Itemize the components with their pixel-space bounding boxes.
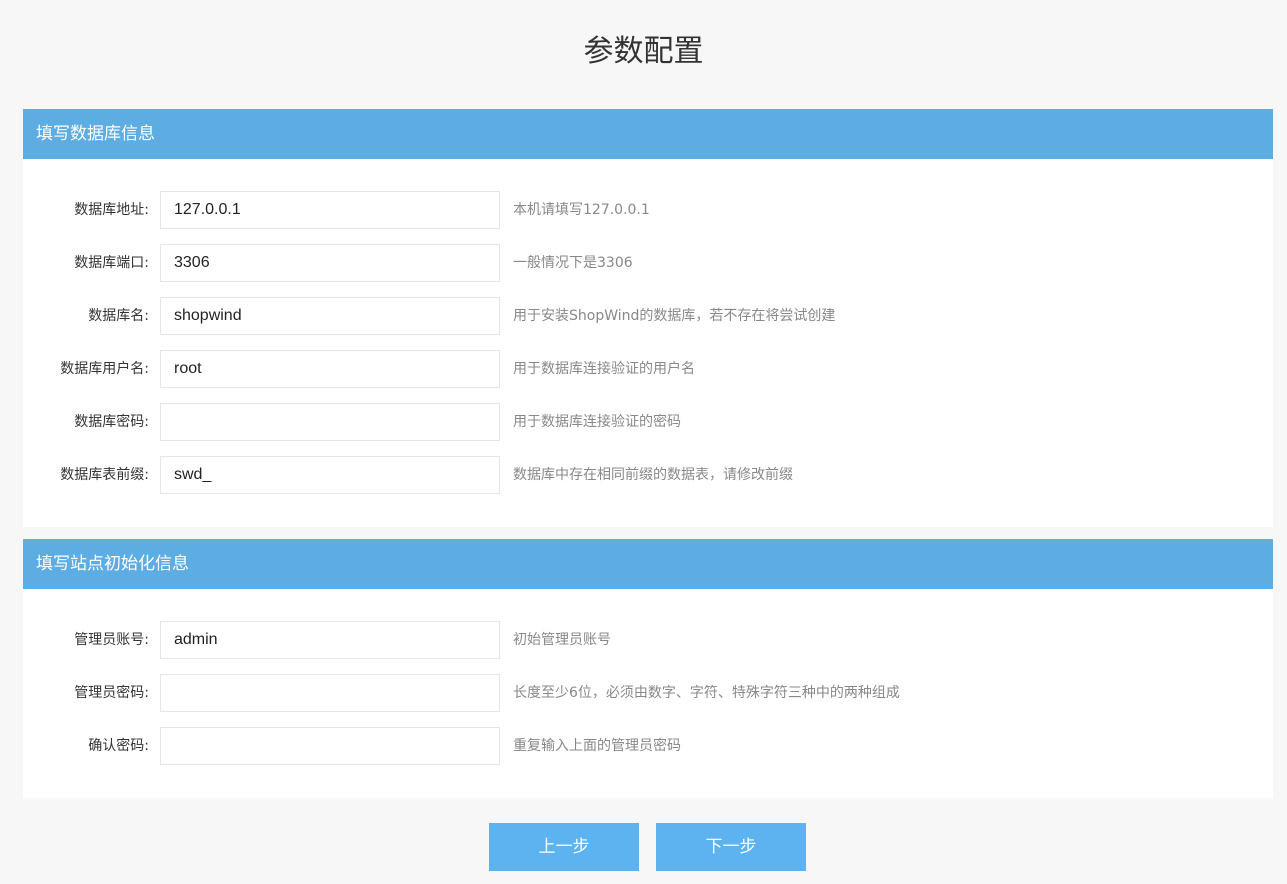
db-port-hint: 一般情况下是3306 bbox=[513, 255, 633, 271]
site-section-heading: 填写站点初始化信息 bbox=[23, 539, 1273, 589]
db-prefix-label: 数据库表前缀: bbox=[60, 467, 149, 483]
db-prefix-input[interactable] bbox=[160, 456, 500, 494]
confirm-password-row: 确认密码: 重复输入上面的管理员密码 bbox=[23, 727, 1273, 765]
db-name-input[interactable] bbox=[160, 297, 500, 335]
db-section-heading: 填写数据库信息 bbox=[23, 109, 1273, 159]
db-password-input[interactable] bbox=[160, 403, 500, 441]
page-title: 参数配置 bbox=[583, 34, 704, 69]
db-name-row: 数据库名: 用于安装ShopWind的数据库，若不存在将尝试创建 bbox=[23, 297, 1273, 335]
db-password-label: 数据库密码: bbox=[74, 414, 149, 430]
confirm-password-label: 确认密码: bbox=[88, 738, 149, 754]
db-host-row: 数据库地址: 本机请填写127.0.0.1 bbox=[23, 191, 1273, 229]
next-step-button[interactable]: 下一步 bbox=[656, 823, 806, 871]
prev-step-button[interactable]: 上一步 bbox=[489, 823, 639, 871]
confirm-password-hint: 重复输入上面的管理员密码 bbox=[513, 738, 681, 754]
db-name-label: 数据库名: bbox=[88, 308, 149, 324]
admin-password-row: 管理员密码: 长度至少6位，必须由数字、字符、特殊字符三种中的两种组成 bbox=[23, 674, 1273, 712]
admin-account-input[interactable] bbox=[160, 621, 500, 659]
db-user-input[interactable] bbox=[160, 350, 500, 388]
db-user-row: 数据库用户名: 用于数据库连接验证的用户名 bbox=[23, 350, 1273, 388]
db-user-hint: 用于数据库连接验证的用户名 bbox=[513, 361, 695, 377]
db-password-hint: 用于数据库连接验证的密码 bbox=[513, 414, 681, 430]
db-prefix-hint: 数据库中存在相同前缀的数据表，请修改前缀 bbox=[513, 467, 793, 483]
db-port-input[interactable] bbox=[160, 244, 500, 282]
db-port-label: 数据库端口: bbox=[74, 255, 149, 271]
admin-account-hint: 初始管理员账号 bbox=[513, 632, 611, 648]
db-host-input[interactable] bbox=[160, 191, 500, 229]
db-section: 填写数据库信息 数据库地址: 本机请填写127.0.0.1 数据库端口: 一般情… bbox=[23, 109, 1273, 527]
db-user-label: 数据库用户名: bbox=[60, 361, 149, 377]
admin-account-row: 管理员账号: 初始管理员账号 bbox=[23, 621, 1273, 659]
db-port-row: 数据库端口: 一般情况下是3306 bbox=[23, 244, 1273, 282]
db-prefix-row: 数据库表前缀: 数据库中存在相同前缀的数据表，请修改前缀 bbox=[23, 456, 1273, 494]
site-section: 填写站点初始化信息 管理员账号: 初始管理员账号 管理员密码: 长度至少6位，必… bbox=[23, 539, 1273, 798]
admin-password-label: 管理员密码: bbox=[74, 685, 149, 701]
confirm-password-input[interactable] bbox=[160, 727, 500, 765]
admin-password-input[interactable] bbox=[160, 674, 500, 712]
db-password-row: 数据库密码: 用于数据库连接验证的密码 bbox=[23, 403, 1273, 441]
db-host-label: 数据库地址: bbox=[74, 202, 149, 218]
db-host-hint: 本机请填写127.0.0.1 bbox=[513, 202, 650, 218]
admin-account-label: 管理员账号: bbox=[74, 632, 149, 648]
db-name-hint: 用于安装ShopWind的数据库，若不存在将尝试创建 bbox=[513, 308, 836, 324]
admin-password-hint: 长度至少6位，必须由数字、字符、特殊字符三种中的两种组成 bbox=[513, 685, 900, 701]
